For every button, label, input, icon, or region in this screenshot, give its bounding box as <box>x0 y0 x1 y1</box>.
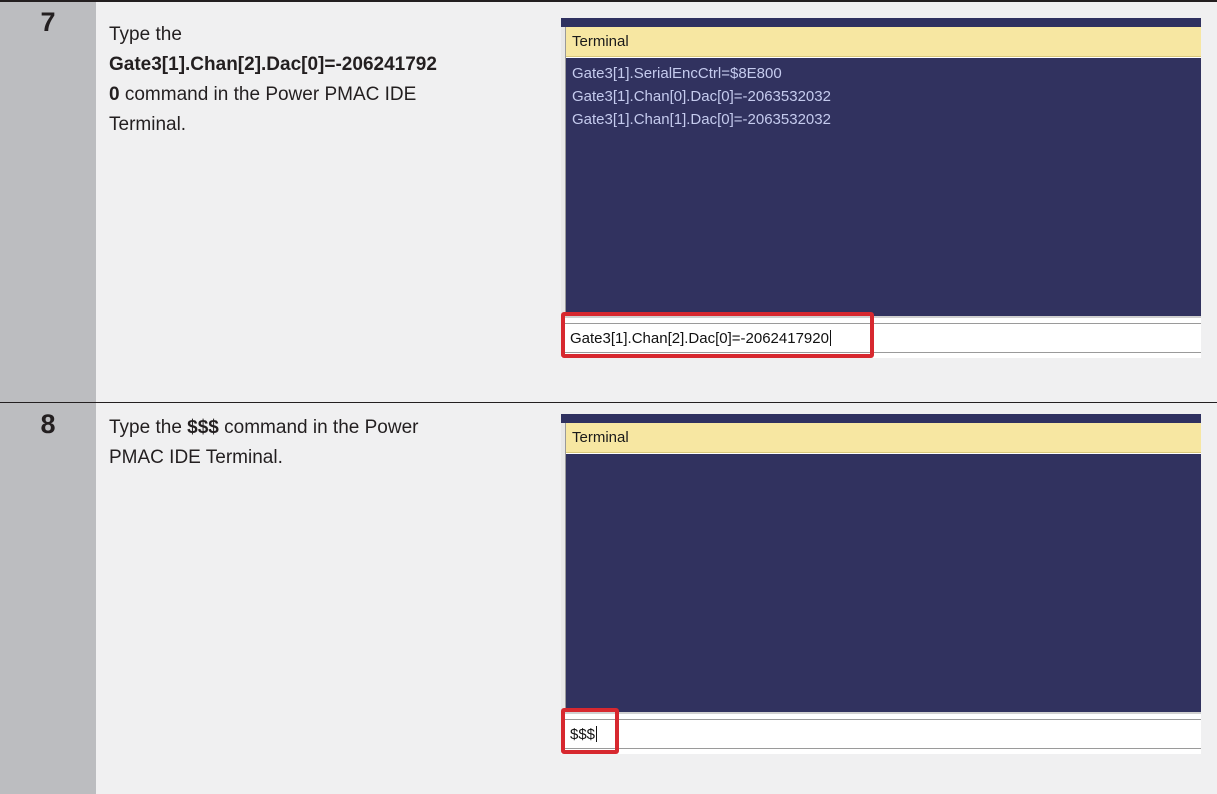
step-instruction: Type the Gate3[1].Chan[2].Dac[0]=-206241… <box>109 20 539 140</box>
instruction-prefix: Type the <box>109 24 182 45</box>
highlight-box <box>561 708 619 754</box>
command-text-continued: 0 <box>109 84 120 105</box>
terminal-title: Terminal <box>566 27 1201 57</box>
terminal-title: Terminal <box>566 423 1201 453</box>
highlight-box <box>561 312 874 358</box>
terminal-top-edge <box>561 18 1201 27</box>
instruction-suffix: command in the Power PMAC IDE <box>119 84 417 105</box>
instruction-suffix-end: Terminal. <box>109 114 187 135</box>
terminal-output[interactable]: Gate3[1].SerialEncCtrl=$8E800 Gate3[1].C… <box>566 58 1201 316</box>
terminal-command-input[interactable]: $$$ <box>564 719 1201 749</box>
command-text: Gate3[1].Chan[2].Dac[0]=-206241792 <box>109 54 437 75</box>
instruction-suffix: command in the Power <box>218 417 419 438</box>
instruction-suffix-end: PMAC IDE Terminal. <box>109 447 283 468</box>
command-text: $$$ <box>187 417 219 438</box>
terminal-output-line: Gate3[1].Chan[1].Dac[0]=-2063532032 <box>572 111 831 128</box>
terminal-output[interactable] <box>566 454 1201 712</box>
terminal-divider <box>561 712 1201 714</box>
step-number: 7 <box>40 7 56 37</box>
step-number: 8 <box>40 409 56 439</box>
terminal-window: Terminal $$$ <box>561 414 1201 754</box>
terminal-output-line: Gate3[1].Chan[0].Dac[0]=-2063532032 <box>572 88 831 105</box>
step-instruction: Type the $$$ command in the Power PMAC I… <box>109 413 539 473</box>
instruction-prefix: Type the <box>109 417 188 438</box>
terminal-window: Terminal Gate3[1].SerialEncCtrl=$8E800 G… <box>561 18 1201 358</box>
terminal-output-line: Gate3[1].SerialEncCtrl=$8E800 <box>572 65 782 82</box>
step-number-cell: 7 <box>0 2 96 402</box>
terminal-top-edge <box>561 414 1201 423</box>
step-number-cell: 8 <box>0 403 96 794</box>
